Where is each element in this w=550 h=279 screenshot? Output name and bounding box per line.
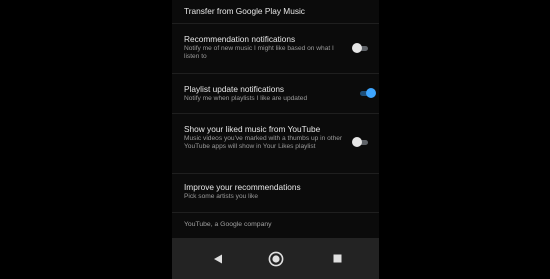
toggle-thumb xyxy=(366,88,376,98)
recommendation-notifications-toggle[interactable] xyxy=(352,43,370,53)
setting-title: Recommendation notifications xyxy=(184,34,296,44)
liked-music-youtube-toggle[interactable] xyxy=(352,137,370,147)
setting-title: Show your liked music from YouTube xyxy=(184,124,321,134)
home-button[interactable] xyxy=(256,238,296,279)
improve-title: Improve your recommendations xyxy=(184,182,301,192)
toggle-thumb xyxy=(352,43,362,53)
footer-company-text: YouTube, a Google company xyxy=(184,221,272,228)
transfer-row[interactable]: Transfer from Google Play Music xyxy=(172,0,379,24)
settings-screen: Transfer from Google Play Music Recommen… xyxy=(172,0,379,279)
home-icon xyxy=(268,251,284,266)
recents-icon xyxy=(333,254,341,263)
improve-subtitle: Pick some artists you like xyxy=(184,193,259,200)
improve-recommendations-row[interactable]: Improve your recommendations Pick some a… xyxy=(172,174,379,213)
recents-button[interactable] xyxy=(317,238,357,279)
back-button[interactable] xyxy=(198,238,238,279)
setting-subtitle: Music videos you've marked with a thumbs… xyxy=(184,135,343,151)
toggle-thumb xyxy=(352,137,362,147)
playlist-update-notifications-row[interactable]: Playlist update notifications Notify me … xyxy=(172,74,379,114)
setting-subtitle: Notify me of new music I might like base… xyxy=(184,45,334,61)
setting-title: Playlist update notifications xyxy=(184,84,285,94)
playlist-update-notifications-toggle[interactable] xyxy=(358,88,376,98)
liked-music-youtube-row[interactable]: Show your liked music from YouTube Music… xyxy=(172,114,379,174)
android-navigation-bar xyxy=(172,238,379,279)
back-icon xyxy=(214,254,222,263)
transfer-title: Transfer from Google Play Music xyxy=(184,6,305,16)
setting-subtitle: Notify me when playlists I like are upda… xyxy=(184,95,308,102)
recommendation-notifications-row[interactable]: Recommendation notifications Notify me o… xyxy=(172,24,379,74)
